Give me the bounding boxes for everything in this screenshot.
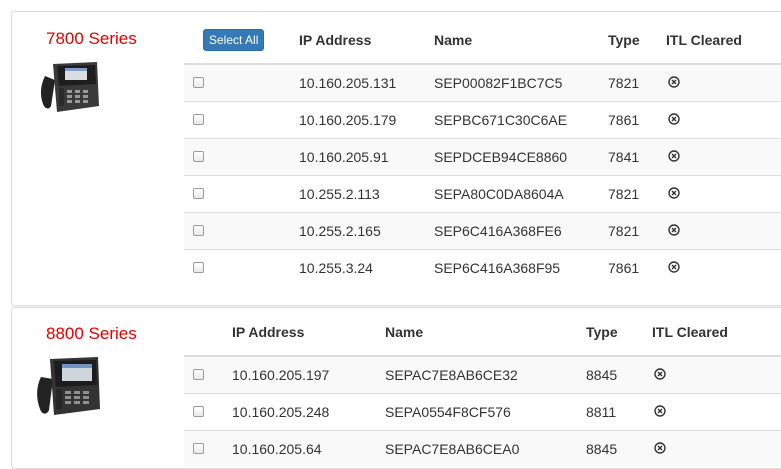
row-checkbox[interactable]	[193, 151, 204, 162]
table-row: 10.160.205.64 SEPAC7E8AB6CEA0 8845	[184, 430, 781, 467]
column-header-type: Type	[608, 16, 666, 65]
name-cell: SEPAC7E8AB6CEA0	[385, 430, 586, 467]
checkbox-column-header	[184, 308, 232, 357]
table-row: 10.255.2.165 SEP6C416A368FE6 7821	[184, 212, 781, 250]
table-row: 10.160.205.179 SEPBC671C30C6AE 7861	[184, 101, 781, 139]
ip-cell: 10.255.2.165	[299, 212, 434, 250]
type-cell: 7821	[608, 212, 666, 250]
series-panel-7800: 7800 Series Select All IP Address Name T…	[11, 11, 781, 306]
row-checkbox[interactable]	[193, 262, 204, 273]
name-cell: SEPA80C0DA8604A	[434, 175, 608, 213]
row-checkbox[interactable]	[193, 77, 204, 88]
table-row: 10.255.3.24 SEP6C416A368F95 7861	[184, 249, 781, 286]
name-cell: SEPDCEB94CE8860	[434, 138, 608, 176]
circle-x-icon	[668, 224, 680, 236]
ip-cell: 10.160.205.179	[299, 101, 434, 139]
table-row: 10.160.205.131 SEP00082F1BC7C5 7821	[184, 64, 781, 102]
type-cell: 7841	[608, 138, 666, 176]
ip-cell: 10.160.205.91	[299, 138, 434, 176]
row-checkbox[interactable]	[193, 406, 204, 417]
circle-x-icon	[668, 113, 680, 125]
type-cell: 7821	[608, 175, 666, 213]
table-row: 10.255.2.113 SEPA80C0DA8604A 7821	[184, 175, 781, 213]
ip-cell: 10.160.205.64	[232, 430, 385, 467]
type-cell: 7861	[608, 249, 666, 286]
series-title: 7800 Series	[46, 29, 137, 48]
ip-cell: 10.255.3.24	[299, 249, 434, 286]
name-cell: SEP6C416A368F95	[434, 249, 608, 286]
device-table-8800: IP Address Name Type ITL Cleared 10.160.…	[184, 308, 781, 467]
type-cell: 7861	[608, 101, 666, 139]
row-checkbox[interactable]	[193, 443, 204, 454]
series-title: 8800 Series	[46, 324, 137, 343]
name-cell: SEPBC671C30C6AE	[434, 101, 608, 139]
row-checkbox[interactable]	[193, 225, 204, 236]
circle-x-icon	[668, 187, 680, 199]
ip-cell: 10.255.2.113	[299, 175, 434, 213]
ip-cell: 10.160.205.248	[232, 393, 385, 431]
column-header-ip: IP Address	[299, 16, 434, 65]
circle-x-icon	[668, 261, 680, 273]
column-header-ip: IP Address	[232, 308, 385, 357]
circle-x-icon	[654, 368, 666, 380]
phone-7800-image	[40, 62, 99, 112]
type-cell: 8811	[586, 393, 652, 431]
circle-x-icon	[668, 76, 680, 88]
column-header-itl-cleared: ITL Cleared	[652, 308, 781, 357]
name-cell: SEP6C416A368FE6	[434, 212, 608, 250]
name-cell: SEPAC7E8AB6CE32	[385, 356, 586, 394]
column-header-type: Type	[586, 308, 652, 357]
column-header-itl-cleared: ITL Cleared	[666, 16, 781, 65]
table-row: 10.160.205.197 SEPAC7E8AB6CE32 8845	[184, 356, 781, 394]
column-header-name: Name	[385, 308, 586, 357]
type-cell: 8845	[586, 356, 652, 394]
row-checkbox[interactable]	[193, 114, 204, 125]
table-row: 10.160.205.91 SEPDCEB94CE8860 7841	[184, 138, 781, 176]
column-header-name: Name	[434, 16, 608, 65]
row-checkbox[interactable]	[193, 188, 204, 199]
type-cell: 8845	[586, 430, 652, 467]
device-table-7800: Select All IP Address Name Type ITL Clea…	[184, 16, 781, 286]
row-checkbox[interactable]	[193, 369, 204, 380]
circle-x-icon	[654, 405, 666, 417]
ip-cell: 10.160.205.131	[299, 64, 434, 102]
name-cell: SEPA0554F8CF576	[385, 393, 586, 431]
select-all-button[interactable]: Select All	[203, 28, 265, 51]
ip-cell: 10.160.205.197	[232, 356, 385, 394]
circle-x-icon	[668, 150, 680, 162]
type-cell: 7821	[608, 64, 666, 102]
name-cell: SEP00082F1BC7C5	[434, 64, 608, 102]
circle-x-icon	[654, 442, 666, 454]
select-all-header: Select All	[184, 16, 299, 65]
series-panel-8800: 8800 Series IP Address Name Type ITL Cle…	[11, 307, 781, 469]
phone-8800-image	[37, 357, 100, 415]
table-row: 10.160.205.248 SEPA0554F8CF576 8811	[184, 393, 781, 431]
